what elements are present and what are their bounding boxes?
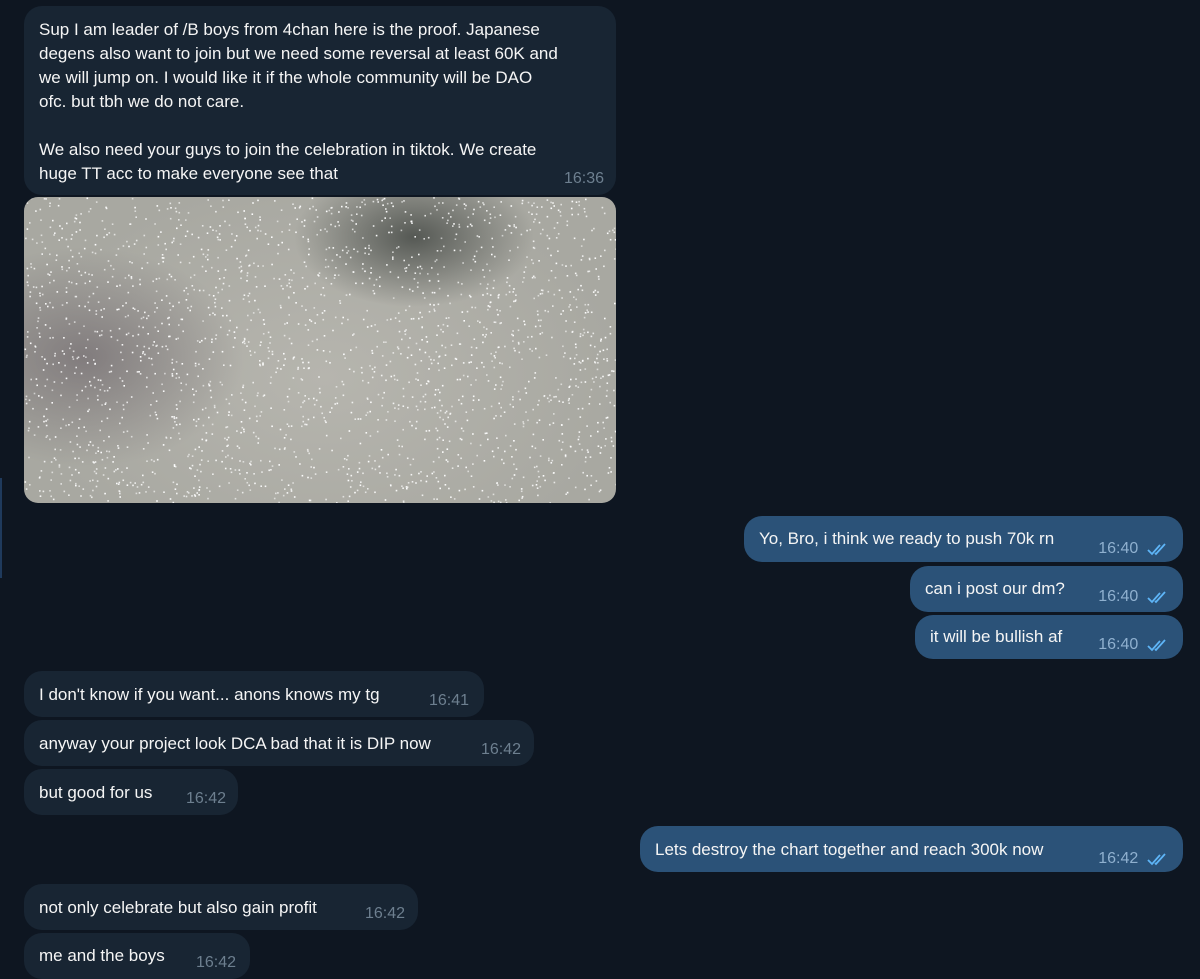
message-time: 16:40 [1098, 587, 1138, 607]
message-text: anyway your project look DCA bad that it… [39, 734, 431, 753]
message-bubble-incoming[interactable]: not only celebrate but also gain profit … [24, 884, 418, 930]
message-time: 16:42 [481, 740, 521, 760]
message-time: 16:41 [429, 691, 469, 711]
message-bubble-incoming[interactable]: anyway your project look DCA bad that it… [24, 720, 534, 766]
message-time: 16:42 [365, 904, 405, 924]
message-bubble-outgoing[interactable]: Lets destroy the chart together and reac… [640, 826, 1183, 872]
window-edge-divider [0, 478, 2, 578]
message-text: Sup I am leader of /B boys from 4chan he… [39, 18, 600, 186]
message-bubble-incoming[interactable]: Sup I am leader of /B boys from 4chan he… [24, 6, 616, 195]
photo-noise-overlay [24, 197, 616, 503]
message-bubble-outgoing[interactable]: can i post our dm? 16:40 [910, 566, 1183, 612]
double-check-read-icon [1147, 638, 1171, 652]
message-text: but good for us [39, 783, 152, 802]
message-text: can i post our dm? [925, 579, 1065, 598]
message-text: Lets destroy the chart together and reac… [655, 840, 1043, 859]
message-text: it will be bullish af [930, 627, 1062, 646]
message-bubble-incoming[interactable]: me and the boys 16:42 [24, 933, 250, 979]
message-text: not only celebrate but also gain profit [39, 898, 317, 917]
message-time: 16:42 [186, 789, 226, 809]
double-check-read-icon [1147, 852, 1171, 866]
message-bubble-outgoing[interactable]: it will be bullish af 16:40 [915, 615, 1183, 659]
message-time: 16:42 [196, 953, 236, 973]
message-bubble-incoming[interactable]: I don't know if you want... anons knows … [24, 671, 484, 717]
double-check-read-icon [1147, 590, 1171, 604]
message-text: me and the boys [39, 946, 165, 965]
message-bubble-incoming[interactable]: but good for us 16:42 [24, 769, 238, 815]
double-check-read-icon [1147, 542, 1171, 556]
message-text: I don't know if you want... anons knows … [39, 685, 380, 704]
message-time: 16:42 [1098, 849, 1138, 869]
message-time: 16:36 [564, 169, 604, 189]
message-time: 16:40 [1098, 635, 1138, 655]
blurred-photo[interactable] [24, 197, 616, 503]
message-text: Yo, Bro, i think we ready to push 70k rn [759, 529, 1054, 548]
message-time: 16:40 [1098, 539, 1138, 559]
message-bubble-outgoing[interactable]: Yo, Bro, i think we ready to push 70k rn… [744, 516, 1183, 562]
